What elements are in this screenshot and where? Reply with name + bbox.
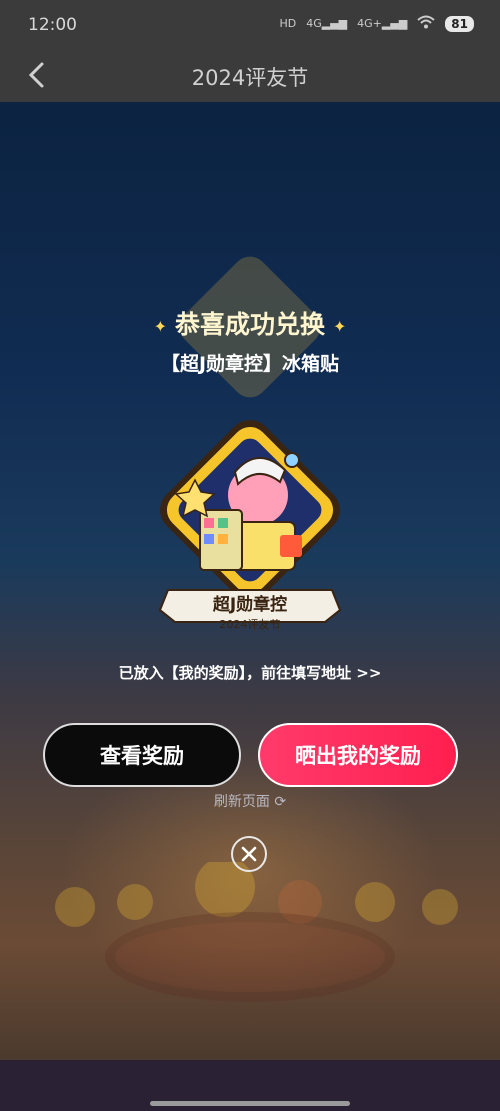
signal-icon-1: 4G▂▄▆: [306, 17, 348, 30]
signal-icon-2: 4G+▂▄▆: [357, 17, 408, 30]
hd-icon: HD: [279, 17, 297, 30]
app-header: 2024评友节: [0, 50, 500, 102]
sparkle-icon: ✦: [153, 316, 167, 336]
added-to-rewards-link[interactable]: 已放入【我的奖励】，前往填写地址 >>: [0, 662, 500, 683]
sparkle-icon: ✦: [333, 316, 347, 336]
share-rewards-button[interactable]: 晒出我的奖励: [258, 723, 458, 787]
refresh-icon: ⟳: [274, 794, 287, 810]
home-indicator[interactable]: [150, 1101, 350, 1106]
page-title: 2024评友节: [191, 66, 309, 90]
battery-icon: 81: [445, 15, 474, 32]
refresh-page-link[interactable]: 刷新页面 ⟳: [0, 791, 500, 811]
view-rewards-button[interactable]: 查看奖励: [43, 723, 241, 787]
close-icon: [241, 846, 257, 862]
status-bar: 12:00 HD 4G▂▄▆ 4G+▂▄▆ 81: [0, 0, 500, 50]
wifi-icon: [417, 15, 435, 32]
close-button[interactable]: [231, 836, 267, 872]
background-stage: [115, 922, 385, 992]
prize-name: 【超J勋章控】冰箱贴: [160, 353, 340, 375]
badge-ribbon-text: 超J勋章控: [213, 594, 287, 615]
status-icons: HD 4G▂▄▆ 4G+▂▄▆ 81: [279, 15, 474, 32]
status-time: 12:00: [28, 15, 77, 35]
refresh-label: 刷新页面: [213, 794, 270, 810]
prize-badge-image: 超J勋章控 2024评友节: [140, 410, 360, 635]
congrats-title: ✦ 恭喜成功兑换 ✦: [153, 310, 347, 339]
badge-sub-text: 2024评友节: [220, 617, 281, 631]
